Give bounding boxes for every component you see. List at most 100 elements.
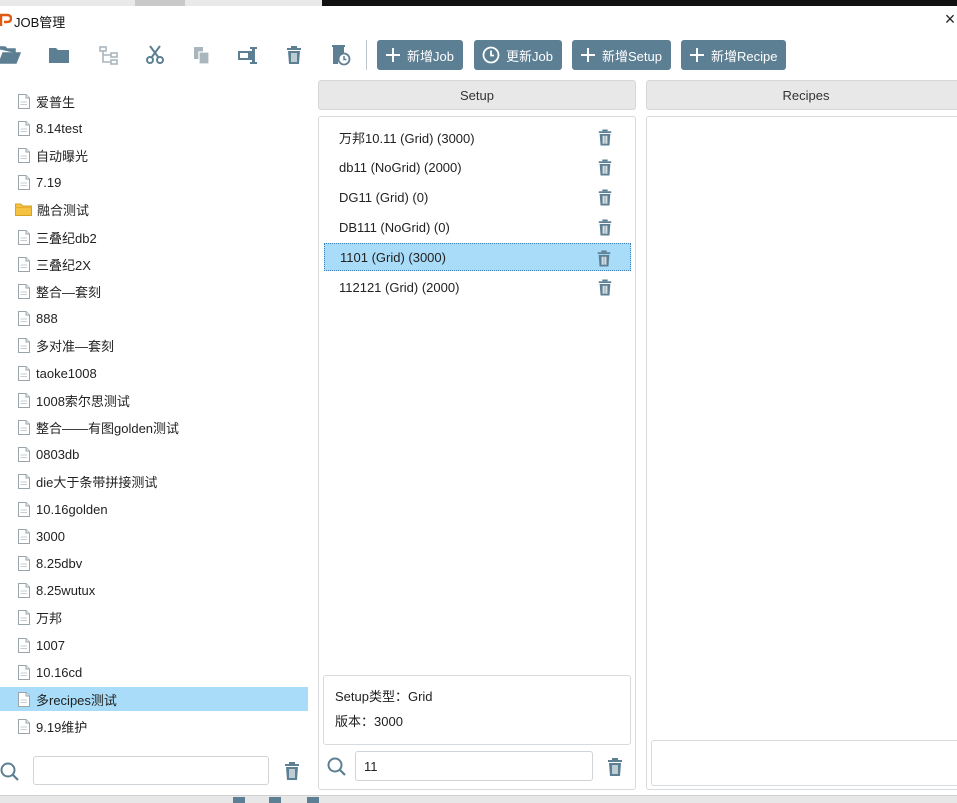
job-tree-item[interactable]: 1007: [0, 633, 308, 657]
update-job-label: 更新Job: [506, 48, 553, 64]
update-job-button[interactable]: 更新Job: [474, 40, 562, 70]
close-button[interactable]: ×: [943, 9, 957, 29]
setup-row[interactable]: DB111 (NoGrid) (0): [324, 213, 631, 241]
window-title: JOB管理: [14, 15, 66, 30]
job-tree-item[interactable]: 融合测试: [0, 198, 308, 222]
recipes-header: Recipes: [646, 80, 957, 110]
job-tree-item-label: 3000: [36, 528, 65, 544]
file-icon: [17, 719, 31, 735]
setup-info-box: Setup类型：Grid 版本：3000: [323, 675, 631, 745]
job-tree-item[interactable]: 1008索尔思测试: [0, 388, 308, 412]
job-tree-item[interactable]: 多recipes测试: [0, 687, 308, 712]
setup-row-label: 112121 (Grid) (2000): [339, 279, 460, 295]
setup-row[interactable]: db11 (NoGrid) (2000): [324, 153, 631, 181]
background-mark: [233, 797, 245, 803]
job-tree-item[interactable]: 三叠纪2X: [0, 252, 308, 276]
file-icon: [17, 256, 31, 272]
trash-icon[interactable]: [597, 218, 613, 240]
plus-icon: [386, 48, 400, 62]
file-icon: [17, 691, 31, 707]
setup-header: Setup: [318, 80, 636, 110]
setup-row[interactable]: 1101 (Grid) (3000): [324, 243, 631, 271]
folder-icon: [15, 202, 32, 218]
file-icon: [17, 610, 31, 626]
file-icon: [17, 555, 31, 571]
job-tree-item-label: 10.16golden: [36, 501, 108, 517]
recipes-input-box[interactable]: [651, 740, 957, 786]
job-tree-item[interactable]: 7.19: [0, 171, 308, 195]
job-tree-item-label: 融合测试: [37, 203, 90, 219]
setup-row-label: DB111 (NoGrid) (0): [339, 219, 450, 235]
file-icon: [17, 338, 31, 354]
file-icon: [17, 311, 31, 327]
app-logo-icon: [0, 13, 12, 26]
job-tree-item[interactable]: 万邦: [0, 606, 308, 630]
job-tree-item[interactable]: die大于条带拼接测试: [0, 470, 308, 494]
trash-icon[interactable]: [597, 128, 613, 150]
title-bar: JOB管理 ×: [0, 6, 957, 34]
delete-job-icon[interactable]: [283, 761, 301, 781]
job-tree-item[interactable]: 整合—套刻: [0, 279, 308, 303]
job-tree-item[interactable]: 10.16golden: [0, 497, 308, 521]
job-search-input[interactable]: [33, 756, 269, 785]
new-job-button[interactable]: 新增Job: [377, 40, 463, 70]
job-tree-item-label: 整合—套刻: [36, 284, 102, 300]
new-setup-button[interactable]: 新增Setup: [572, 40, 671, 70]
job-tree-item[interactable]: 自动曝光: [0, 143, 308, 167]
job-tree-item-label: 多对准—套刻: [36, 339, 115, 355]
setup-row[interactable]: DG11 (Grid) (0): [324, 183, 631, 211]
cut-icon[interactable]: [142, 43, 168, 67]
job-tree-item[interactable]: 10.16cd: [0, 660, 308, 684]
job-tree-item[interactable]: 三叠纪db2: [0, 225, 308, 249]
file-icon: [17, 93, 31, 109]
folder-icon[interactable]: [46, 43, 72, 67]
delete-setup-icon[interactable]: [606, 757, 624, 777]
file-icon: [17, 365, 31, 381]
open-folder-icon[interactable]: [0, 43, 22, 67]
job-tree-item-label: 888: [36, 311, 58, 327]
file-icon: [17, 120, 31, 136]
job-tree-item[interactable]: 8.25wutux: [0, 579, 308, 603]
setup-search-input[interactable]: [355, 751, 593, 781]
trash-icon[interactable]: [597, 278, 613, 300]
copy-icon[interactable]: [188, 43, 214, 67]
setup-row[interactable]: 万邦10.11 (Grid) (3000): [324, 123, 631, 151]
new-recipe-button[interactable]: 新增Recipe: [681, 40, 787, 70]
job-tree-item-label: 多recipes测试: [36, 692, 117, 708]
search-icon[interactable]: [327, 757, 347, 777]
job-tree-item[interactable]: 888: [0, 307, 308, 331]
history-icon[interactable]: [327, 43, 353, 67]
job-tree-item[interactable]: 0803db: [0, 443, 308, 467]
job-tree-item[interactable]: 多对准—套刻: [0, 334, 308, 358]
plus-icon: [690, 48, 704, 62]
job-tree-item-label: 9.19维护: [36, 720, 88, 736]
setup-version-line: 版本：3000: [335, 714, 403, 729]
file-icon: [17, 664, 31, 680]
job-tree-item[interactable]: 8.14test: [0, 116, 308, 140]
search-icon[interactable]: [0, 762, 20, 782]
job-tree-item-label: 三叠纪db2: [36, 230, 97, 246]
job-tree-item-label: 8.25dbv: [36, 555, 83, 571]
file-icon: [17, 419, 31, 435]
job-tree-item-label: 1007: [36, 637, 65, 653]
job-tree-item[interactable]: 8.25dbv: [0, 551, 308, 575]
job-tree-item[interactable]: 爱普生: [0, 89, 308, 113]
job-tree-item[interactable]: taoke1008: [0, 361, 308, 385]
tree-structure-icon[interactable]: [96, 43, 122, 67]
job-tree-item[interactable]: 3000: [0, 524, 308, 548]
trash-icon[interactable]: [596, 249, 612, 271]
job-tree-item[interactable]: 9.19维护: [0, 715, 308, 739]
recipes-panel: [646, 116, 957, 790]
file-icon: [17, 229, 31, 245]
setup-row-label: db11 (NoGrid) (2000): [339, 159, 462, 175]
job-tree-item-label: 0803db: [36, 447, 80, 463]
rename-icon[interactable]: [235, 43, 261, 67]
setup-row[interactable]: 112121 (Grid) (2000): [324, 273, 631, 301]
background-mark: [307, 797, 319, 803]
job-tree-item[interactable]: 整合——有图golden测试: [0, 415, 308, 439]
trash-icon[interactable]: [597, 188, 613, 210]
job-tree-item-label: 8.25wutux: [36, 583, 96, 599]
delete-icon[interactable]: [281, 43, 307, 67]
trash-icon[interactable]: [597, 158, 613, 180]
setup-type-line: Setup类型：Grid: [335, 689, 433, 704]
